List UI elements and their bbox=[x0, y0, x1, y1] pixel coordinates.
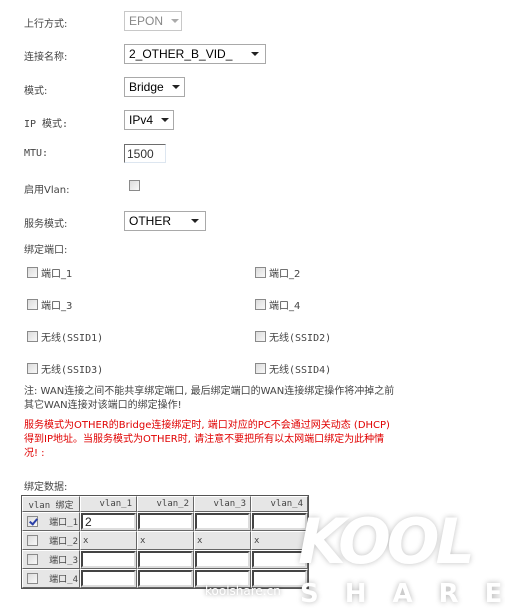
header-vlan-bind: vlan 绑定 bbox=[22, 496, 80, 512]
row-1-checkbox[interactable] bbox=[27, 516, 38, 527]
binding-note: 注: WAN连接之间不能共享绑定端口, 最后绑定端口的WAN连接绑定操作将冲掉之… bbox=[24, 385, 444, 413]
port-4-label: 端口_4 bbox=[269, 301, 301, 312]
row-3-vlan-1-input[interactable] bbox=[81, 551, 136, 568]
table-row: 端口_1 bbox=[22, 512, 308, 531]
mode-label: 模式: bbox=[24, 86, 48, 97]
ssid-option-1[interactable]: 无线(SSID1) bbox=[27, 329, 103, 344]
vlan-binding-table: vlan 绑定 vlan_1 vlan_2 vlan_3 vlan_4 端口_1… bbox=[21, 495, 309, 589]
port-3-checkbox[interactable] bbox=[27, 299, 38, 310]
port-3-label: 端口_3 bbox=[41, 301, 73, 312]
warning-line: 服务模式为OTHER的Bridge连接绑定时, 端口对应的PC不会通过网关动态 … bbox=[24, 420, 390, 431]
note-line: 其它WAN连接对该端口的绑定操作! bbox=[24, 400, 182, 411]
chevron-down-icon bbox=[171, 19, 180, 23]
mtu-input[interactable] bbox=[124, 144, 166, 163]
table-header-row: vlan 绑定 vlan_1 vlan_2 vlan_3 vlan_4 bbox=[22, 496, 308, 512]
row-2-port: 端口_2 bbox=[49, 537, 78, 547]
service-mode-warning: 服务模式为OTHER的Bridge连接绑定时, 端口对应的PC不会通过网关动态 … bbox=[24, 419, 444, 461]
ssid-1-checkbox[interactable] bbox=[27, 331, 38, 342]
row-2-vlan-3-value: x bbox=[197, 535, 203, 546]
header-vlan-2: vlan_2 bbox=[137, 496, 194, 512]
row-3-vlan-4-input[interactable] bbox=[252, 551, 307, 568]
row-2-vlan-1-value: x bbox=[83, 535, 89, 546]
uplink-mode-label: 上行方式: bbox=[24, 19, 68, 30]
row-1-vlan-4-input[interactable] bbox=[252, 513, 307, 530]
table-row: 端口_3 bbox=[22, 550, 308, 569]
ip-mode-label: IP 模式: bbox=[24, 119, 69, 130]
port-1-label: 端口_1 bbox=[41, 269, 73, 280]
row-3-vlan-2-input[interactable] bbox=[138, 551, 193, 568]
ssid-3-label: 无线(SSID3) bbox=[41, 365, 104, 376]
port-option-2[interactable]: 端口_2 bbox=[255, 265, 300, 280]
mtu-label: MTU: bbox=[24, 148, 49, 159]
ip-mode-value: IPv4 bbox=[129, 113, 154, 127]
row-1-vlan-3-input[interactable] bbox=[195, 513, 250, 530]
warning-line: 得到IP地址。当服务模式为OTHER时, 请注意不要把所有以太网端口绑定为此种情 bbox=[24, 434, 385, 445]
ssid-option-2[interactable]: 无线(SSID2) bbox=[255, 329, 331, 344]
port-option-3[interactable]: 端口_3 bbox=[27, 297, 72, 312]
note-line: 注: WAN连接之间不能共享绑定端口, 最后绑定端口的WAN连接绑定操作将冲掉之… bbox=[24, 386, 395, 397]
warning-line: 况! : bbox=[24, 448, 45, 459]
chevron-down-icon bbox=[171, 85, 180, 89]
row-4-checkbox[interactable] bbox=[27, 573, 38, 584]
row-3-checkbox[interactable] bbox=[27, 554, 38, 565]
ssid-option-3[interactable]: 无线(SSID3) bbox=[27, 361, 103, 376]
row-1-port: 端口_1 bbox=[49, 518, 78, 528]
koolshare-watermark: KOOL SHARE bbox=[290, 505, 505, 611]
header-vlan-3: vlan_3 bbox=[194, 496, 251, 512]
ssid-2-label: 无线(SSID2) bbox=[269, 333, 332, 344]
connection-name-label: 连接名称: bbox=[24, 52, 68, 63]
watermark-url: koolshare.cn bbox=[205, 584, 281, 598]
chevron-down-icon bbox=[161, 118, 170, 122]
port-2-label: 端口_2 bbox=[269, 269, 301, 280]
chevron-down-icon bbox=[251, 52, 259, 56]
ip-mode-select[interactable]: IPv4 bbox=[124, 110, 174, 130]
watermark-logo: KOOL bbox=[298, 505, 475, 578]
bind-data-label: 绑定数据: bbox=[24, 482, 68, 493]
service-mode-value: OTHER bbox=[129, 214, 171, 228]
row-3-port: 端口_3 bbox=[49, 556, 78, 566]
row-4-port: 端口_4 bbox=[49, 575, 78, 585]
watermark-subtitle: SHARE bbox=[300, 579, 502, 609]
uplink-mode-select: EPON bbox=[124, 11, 182, 31]
port-option-1[interactable]: 端口_1 bbox=[27, 265, 72, 280]
row-2-vlan-2-value: x bbox=[140, 535, 146, 546]
header-vlan-1: vlan_1 bbox=[80, 496, 137, 512]
header-vlan-4: vlan_4 bbox=[251, 496, 308, 512]
bind-ports-label: 绑定端口: bbox=[24, 245, 68, 256]
ssid-1-label: 无线(SSID1) bbox=[41, 333, 104, 344]
port-4-checkbox[interactable] bbox=[255, 299, 266, 310]
table-row: 端口_2 x x x x bbox=[22, 531, 308, 550]
row-2-checkbox[interactable] bbox=[27, 535, 38, 546]
connection-name-select[interactable]: 2_OTHER_B_VID_ bbox=[124, 44, 266, 64]
ssid-4-checkbox[interactable] bbox=[255, 363, 266, 374]
ssid-2-checkbox[interactable] bbox=[255, 331, 266, 342]
connection-name-value: 2_OTHER_B_VID_ bbox=[129, 47, 233, 61]
service-mode-select[interactable]: OTHER bbox=[124, 211, 206, 231]
port-option-4[interactable]: 端口_4 bbox=[255, 297, 300, 312]
service-mode-label: 服务模式: bbox=[24, 219, 68, 230]
port-1-checkbox[interactable] bbox=[27, 267, 38, 278]
row-4-vlan-1-input[interactable] bbox=[81, 570, 136, 587]
row-1-vlan-2-input[interactable] bbox=[138, 513, 193, 530]
row-2-vlan-4-value: x bbox=[254, 535, 260, 546]
enable-vlan-label: 启用Vlan: bbox=[24, 185, 70, 196]
row-3-vlan-3-input[interactable] bbox=[195, 551, 250, 568]
ssid-option-4[interactable]: 无线(SSID4) bbox=[255, 361, 331, 376]
enable-vlan-checkbox[interactable] bbox=[129, 180, 140, 191]
uplink-mode-value: EPON bbox=[129, 14, 164, 28]
chevron-down-icon bbox=[191, 219, 199, 223]
row-4-vlan-2-input[interactable] bbox=[138, 570, 193, 587]
row-1-vlan-1-input[interactable] bbox=[81, 513, 136, 530]
ssid-4-label: 无线(SSID4) bbox=[269, 365, 332, 376]
port-2-checkbox[interactable] bbox=[255, 267, 266, 278]
ssid-3-checkbox[interactable] bbox=[27, 363, 38, 374]
mode-value: Bridge bbox=[129, 80, 164, 94]
mode-select[interactable]: Bridge bbox=[124, 77, 185, 97]
